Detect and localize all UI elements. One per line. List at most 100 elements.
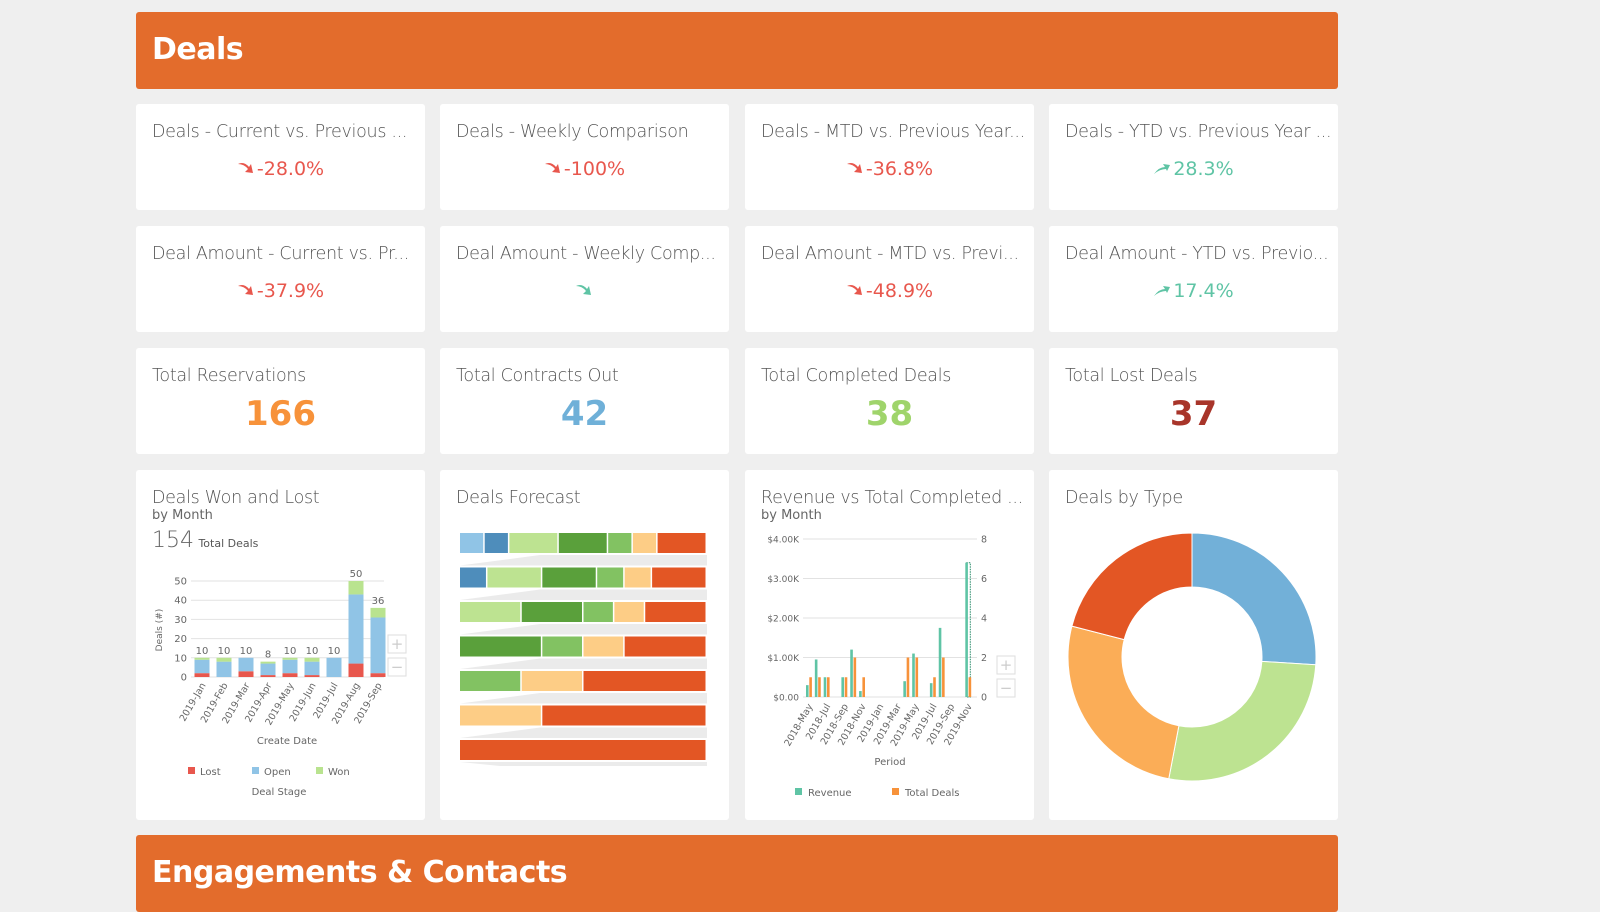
forecast-segment — [583, 671, 706, 691]
forecast-segment — [597, 567, 624, 588]
chart-card-forecast: Deals Forecast — [440, 470, 729, 820]
trend-up-arrow-icon — [1153, 282, 1171, 301]
total-card[interactable]: Total Contracts Out 42 — [440, 348, 729, 454]
forecast-segment — [608, 533, 632, 553]
revenue-bar — [841, 677, 844, 697]
zoom-in-button[interactable]: + — [387, 634, 407, 654]
kpi-title: Deals - YTD vs. Previous Year ... — [1065, 122, 1332, 142]
forecast-segment — [509, 533, 558, 553]
bar-segment-won — [216, 657, 232, 662]
total-title: Total Lost Deals — [1065, 366, 1198, 386]
forecast-segment — [624, 567, 651, 588]
bar-segment-lost — [260, 675, 276, 677]
legend-swatch — [316, 767, 323, 774]
svg-text:+: + — [391, 635, 404, 653]
forecast-segment — [583, 636, 624, 657]
y-tick-label: 30 — [174, 615, 187, 626]
bar-total-label: 36 — [372, 596, 385, 607]
total-value: 38 — [865, 394, 914, 434]
y-right-tick-label: 6 — [981, 574, 987, 585]
kpi-value-wrap: -36.8% — [745, 158, 1034, 180]
forecast-segment — [460, 567, 486, 588]
bar-segment-won — [348, 581, 364, 595]
kpi-value: -28.0% — [256, 158, 325, 180]
donut-slice — [1071, 532, 1193, 641]
total-card[interactable]: Total Reservations 166 — [136, 348, 425, 454]
kpi-card[interactable]: Deal Amount - YTD vs. Previo... 17.4% — [1049, 226, 1338, 332]
revenue-bar — [912, 653, 915, 697]
deals-bar — [906, 657, 910, 697]
legend-title: Deal Stage — [252, 787, 307, 798]
y-tick-label: 50 — [174, 577, 187, 588]
kpi-card[interactable]: Deals - MTD vs. Previous Year... -36.8% — [745, 104, 1034, 210]
legend-swatch — [252, 767, 259, 774]
total-value: 42 — [560, 394, 609, 434]
forecast-segment — [460, 636, 541, 657]
deals-bar — [862, 677, 865, 697]
kpi-value-wrap: -37.9% — [136, 280, 425, 302]
svg-text:−: − — [1000, 679, 1013, 697]
forecast-segment — [484, 533, 508, 553]
funnel-connector — [460, 658, 707, 669]
forecast-segment — [632, 533, 657, 553]
kpi-value-wrap: -48.9% — [745, 280, 1034, 302]
deals-bar — [933, 677, 936, 697]
funnel-connector — [460, 555, 707, 566]
zoom-out-button[interactable]: − — [996, 678, 1016, 698]
kpi-title: Deal Amount - MTD vs. Previ... — [761, 244, 1019, 264]
trend-down-arrow-icon — [846, 160, 864, 179]
donut-slice — [1191, 532, 1317, 666]
zoom-in-button[interactable]: + — [996, 655, 1016, 675]
revenue-bar — [929, 683, 933, 697]
total-value: 166 — [245, 394, 316, 434]
y-tick-label: 20 — [174, 634, 187, 645]
bar-total-label: 10 — [306, 646, 319, 657]
kpi-card[interactable]: Deals - Current vs. Previous ... -28.0% — [136, 104, 425, 210]
revenue-bar — [806, 685, 809, 697]
y-right-tick-label: 2 — [981, 653, 987, 664]
kpi-card[interactable]: Deals - YTD vs. Previous Year ... 28.3% — [1049, 104, 1338, 210]
bar-segment-open — [370, 617, 386, 674]
y-left-tick-label: $0.00 — [773, 694, 799, 704]
forecast-segment — [542, 636, 582, 657]
chart-card-won-lost: Deals Won and Lost by Month 154 Total De… — [136, 470, 425, 820]
revenue-bar — [850, 649, 853, 697]
legend-label: Lost — [200, 767, 221, 778]
kpi-card[interactable]: Deal Amount - Current vs. Pr... -37.9% — [136, 226, 425, 332]
donut-slice — [1067, 625, 1180, 780]
y-left-tick-label: $2.00K — [767, 615, 800, 625]
forecast-segment — [460, 533, 484, 553]
x-axis-label: Create Date — [257, 736, 317, 747]
y-tick-label: 0 — [181, 673, 187, 684]
kpi-card[interactable]: Deal Amount - MTD vs. Previ... -48.9% — [745, 226, 1034, 332]
forecast-segment — [542, 567, 596, 588]
kpi-value-wrap — [440, 280, 729, 302]
forecast-segment — [614, 602, 644, 622]
bar-total-label: 8 — [265, 650, 271, 661]
trend-down-arrow-icon — [575, 282, 593, 301]
deals-bar — [827, 677, 830, 697]
funnel-connector — [460, 624, 707, 635]
kpi-card[interactable]: Deals - Weekly Comparison -100% — [440, 104, 729, 210]
kpi-value: -36.8% — [865, 158, 934, 180]
legend-label: Open — [264, 767, 291, 778]
legend-label: Revenue — [808, 788, 852, 799]
zoom-out-button[interactable]: − — [387, 657, 407, 677]
kpi-title: Deal Amount - YTD vs. Previo... — [1065, 244, 1329, 264]
x-axis-label: Period — [874, 757, 905, 768]
donut-slice — [1168, 660, 1317, 782]
revenue-bar — [859, 691, 862, 697]
bar-total-label: 50 — [350, 569, 363, 580]
bar-segment-open — [194, 659, 210, 674]
total-card[interactable]: Total Completed Deals 38 — [745, 348, 1034, 454]
bar-segment-lost — [370, 673, 386, 677]
kpi-value-wrap: -28.0% — [136, 158, 425, 180]
total-card[interactable]: Total Lost Deals 37 — [1049, 348, 1338, 454]
y-left-tick-label: $4.00K — [767, 536, 800, 546]
kpi-card[interactable]: Deal Amount - Weekly Comp... — [440, 226, 729, 332]
y-right-tick-label: 0 — [981, 693, 987, 704]
bar-segment-won — [194, 657, 210, 660]
forecast-chart — [460, 533, 707, 766]
deals-by-type-chart — [1067, 532, 1317, 782]
forecast-segment — [583, 602, 613, 622]
